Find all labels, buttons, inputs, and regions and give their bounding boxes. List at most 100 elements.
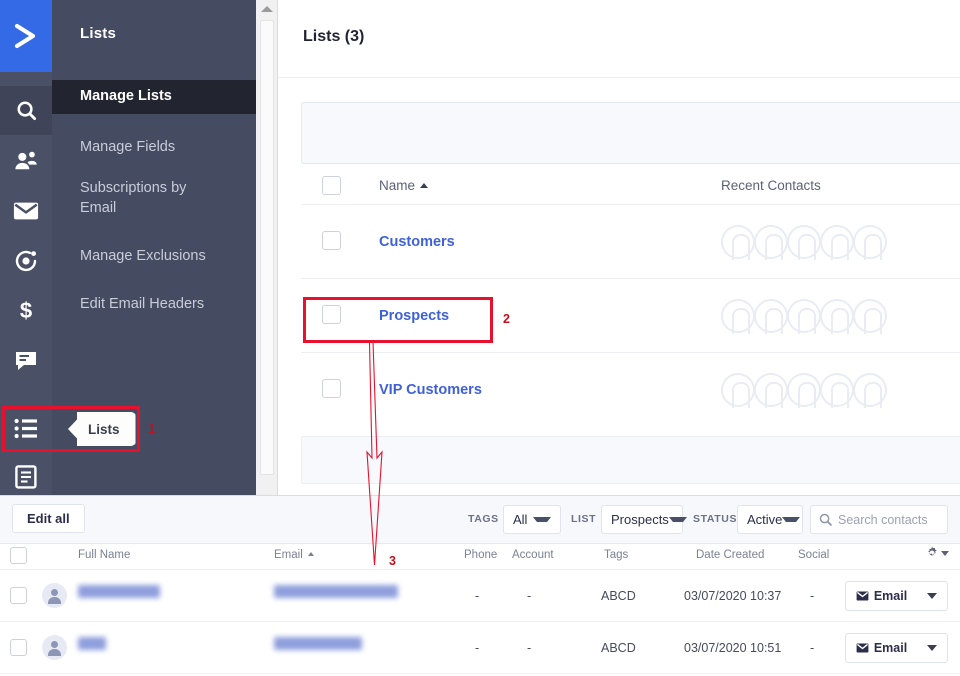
contact-phone: - <box>475 641 480 655</box>
tooltip-label: Lists <box>88 421 120 437</box>
lists-tooltip: Lists <box>68 412 136 446</box>
activecampaign-chevron-logo-icon[interactable] <box>0 0 52 72</box>
list-row-customers[interactable]: Customers <box>301 204 960 276</box>
contact-account: - <box>527 589 532 603</box>
contacts-toolbar: Edit all TAGS All LIST Prospects STATUS … <box>0 496 960 544</box>
primary-icon-rail: $ <box>0 0 52 495</box>
email-actions-dropdown[interactable] <box>917 633 948 663</box>
contacts-panel: Edit all TAGS All LIST Prospects STATUS … <box>0 495 960 676</box>
email-button-label: Email <box>873 589 908 603</box>
lists-table-footer <box>301 436 960 484</box>
list-filter-value: Prospects <box>611 512 669 527</box>
table-row[interactable]: - - ABCD 03/07/2020 10:51 - Email <box>0 622 960 674</box>
forms-icon[interactable] <box>0 452 52 495</box>
gear-icon <box>928 546 937 556</box>
avatar <box>853 225 887 260</box>
search-contacts-input[interactable]: Search contacts <box>810 505 948 534</box>
avatar <box>787 373 821 408</box>
contact-tags: ABCD <box>601 589 636 603</box>
avatar <box>787 225 821 260</box>
sidebar-item-manage-fields[interactable]: Manage Fields <box>52 131 256 165</box>
column-settings-button[interactable] <box>925 546 949 560</box>
contact-phone: - <box>475 589 480 603</box>
screen-root: $ Lists Manage Lists Manage Fields Subsc… <box>0 0 960 676</box>
chevron-down-icon <box>927 645 937 651</box>
search-icon[interactable] <box>0 86 52 135</box>
select-all-contacts-checkbox[interactable] <box>10 547 27 564</box>
recent-contacts-avatars <box>721 299 887 334</box>
list-name-link[interactable]: Prospects <box>379 308 449 324</box>
filter-label-list: LIST <box>571 513 597 525</box>
contact-full-name[interactable] <box>78 585 160 598</box>
tags-filter-select[interactable]: All <box>503 505 561 534</box>
sidebar-item-label: Manage Exclusions <box>80 248 206 264</box>
page-title: Lists (3) <box>303 28 365 45</box>
sidebar-item-label: Manage Fields <box>80 139 176 155</box>
email-contact-button[interactable]: Email <box>845 581 918 611</box>
row-checkbox[interactable] <box>322 231 341 250</box>
avatar <box>787 299 821 334</box>
contact-full-name[interactable] <box>78 637 106 650</box>
chevron-down-icon <box>941 550 949 556</box>
column-header-social[interactable]: Social <box>798 549 829 561</box>
automations-icon[interactable] <box>0 236 52 285</box>
deals-dollar-icon[interactable]: $ <box>0 286 52 335</box>
mail-envelope-icon[interactable] <box>0 186 52 235</box>
lists-filter-toolbar[interactable] <box>301 102 960 164</box>
sort-ascending-icon <box>307 552 314 556</box>
contacts-table-header: Full Name Email Phone Account Tags Date … <box>0 544 960 570</box>
sidebar-item-subscriptions-by-email[interactable]: Subscriptions by Email <box>52 172 192 225</box>
column-header-account[interactable]: Account <box>512 549 554 561</box>
table-row[interactable]: - - ABCD 03/07/2020 10:37 - Email <box>0 570 960 622</box>
contact-email[interactable] <box>274 585 398 598</box>
row-checkbox[interactable] <box>322 305 341 324</box>
chevron-down-icon <box>533 517 551 522</box>
column-header-phone[interactable]: Phone <box>464 549 497 561</box>
list-filter-select[interactable]: Prospects <box>601 505 687 534</box>
email-actions-dropdown[interactable] <box>917 581 948 611</box>
column-header-tags[interactable]: Tags <box>604 549 628 561</box>
sidebar-item-edit-email-headers[interactable]: Edit Email Headers <box>52 288 256 322</box>
scroll-up-arrow-icon[interactable] <box>261 6 273 12</box>
row-checkbox[interactable] <box>10 587 27 604</box>
avatar <box>721 373 755 408</box>
list-name-link[interactable]: VIP Customers <box>379 382 482 398</box>
chevron-down-icon <box>668 517 687 522</box>
status-filter-select[interactable]: Active <box>737 505 803 534</box>
sidebar-item-label: Subscriptions by Email <box>80 180 187 216</box>
scrollbar-thumb[interactable] <box>260 20 274 475</box>
email-contact-button[interactable]: Email <box>845 633 918 663</box>
avatar <box>820 225 854 260</box>
list-row-vip-customers[interactable]: VIP Customers <box>301 352 960 424</box>
edit-all-button[interactable]: Edit all <box>12 504 85 533</box>
avatar <box>853 299 887 334</box>
column-header-email[interactable]: Email <box>274 549 314 561</box>
contacts-icon[interactable] <box>0 136 52 185</box>
row-checkbox[interactable] <box>10 639 27 656</box>
sidebar-item-label: Edit Email Headers <box>80 296 205 312</box>
avatar <box>42 583 67 608</box>
avatar <box>42 635 67 660</box>
page-scrollbar[interactable] <box>256 0 278 495</box>
lists-icon[interactable] <box>0 404 52 453</box>
avatar <box>721 299 755 334</box>
avatar <box>721 225 755 260</box>
column-header-recent-contacts: Recent Contacts <box>721 178 821 193</box>
lists-panel: Lists (3) Name Recent Contacts Customers… <box>278 0 960 495</box>
svg-text:$: $ <box>20 298 32 323</box>
sidebar-item-manage-exclusions[interactable]: Manage Exclusions <box>52 240 256 274</box>
select-all-lists-checkbox[interactable] <box>322 176 341 195</box>
row-checkbox[interactable] <box>322 379 341 398</box>
recent-contacts-avatars <box>721 225 887 260</box>
list-name-link[interactable]: Customers <box>379 234 455 250</box>
contact-email[interactable] <box>274 637 362 650</box>
column-header-name[interactable]: Name <box>379 178 429 193</box>
column-header-full-name[interactable]: Full Name <box>78 549 130 561</box>
mail-envelope-icon <box>856 591 869 601</box>
subnav-title: Lists <box>80 25 117 42</box>
sidebar-item-manage-lists[interactable]: Manage Lists <box>52 80 256 114</box>
column-header-date-created[interactable]: Date Created <box>696 549 764 561</box>
conversations-chat-icon[interactable] <box>0 336 52 385</box>
filter-label-status: STATUS <box>693 513 738 525</box>
list-row-prospects[interactable]: Prospects <box>301 278 960 350</box>
